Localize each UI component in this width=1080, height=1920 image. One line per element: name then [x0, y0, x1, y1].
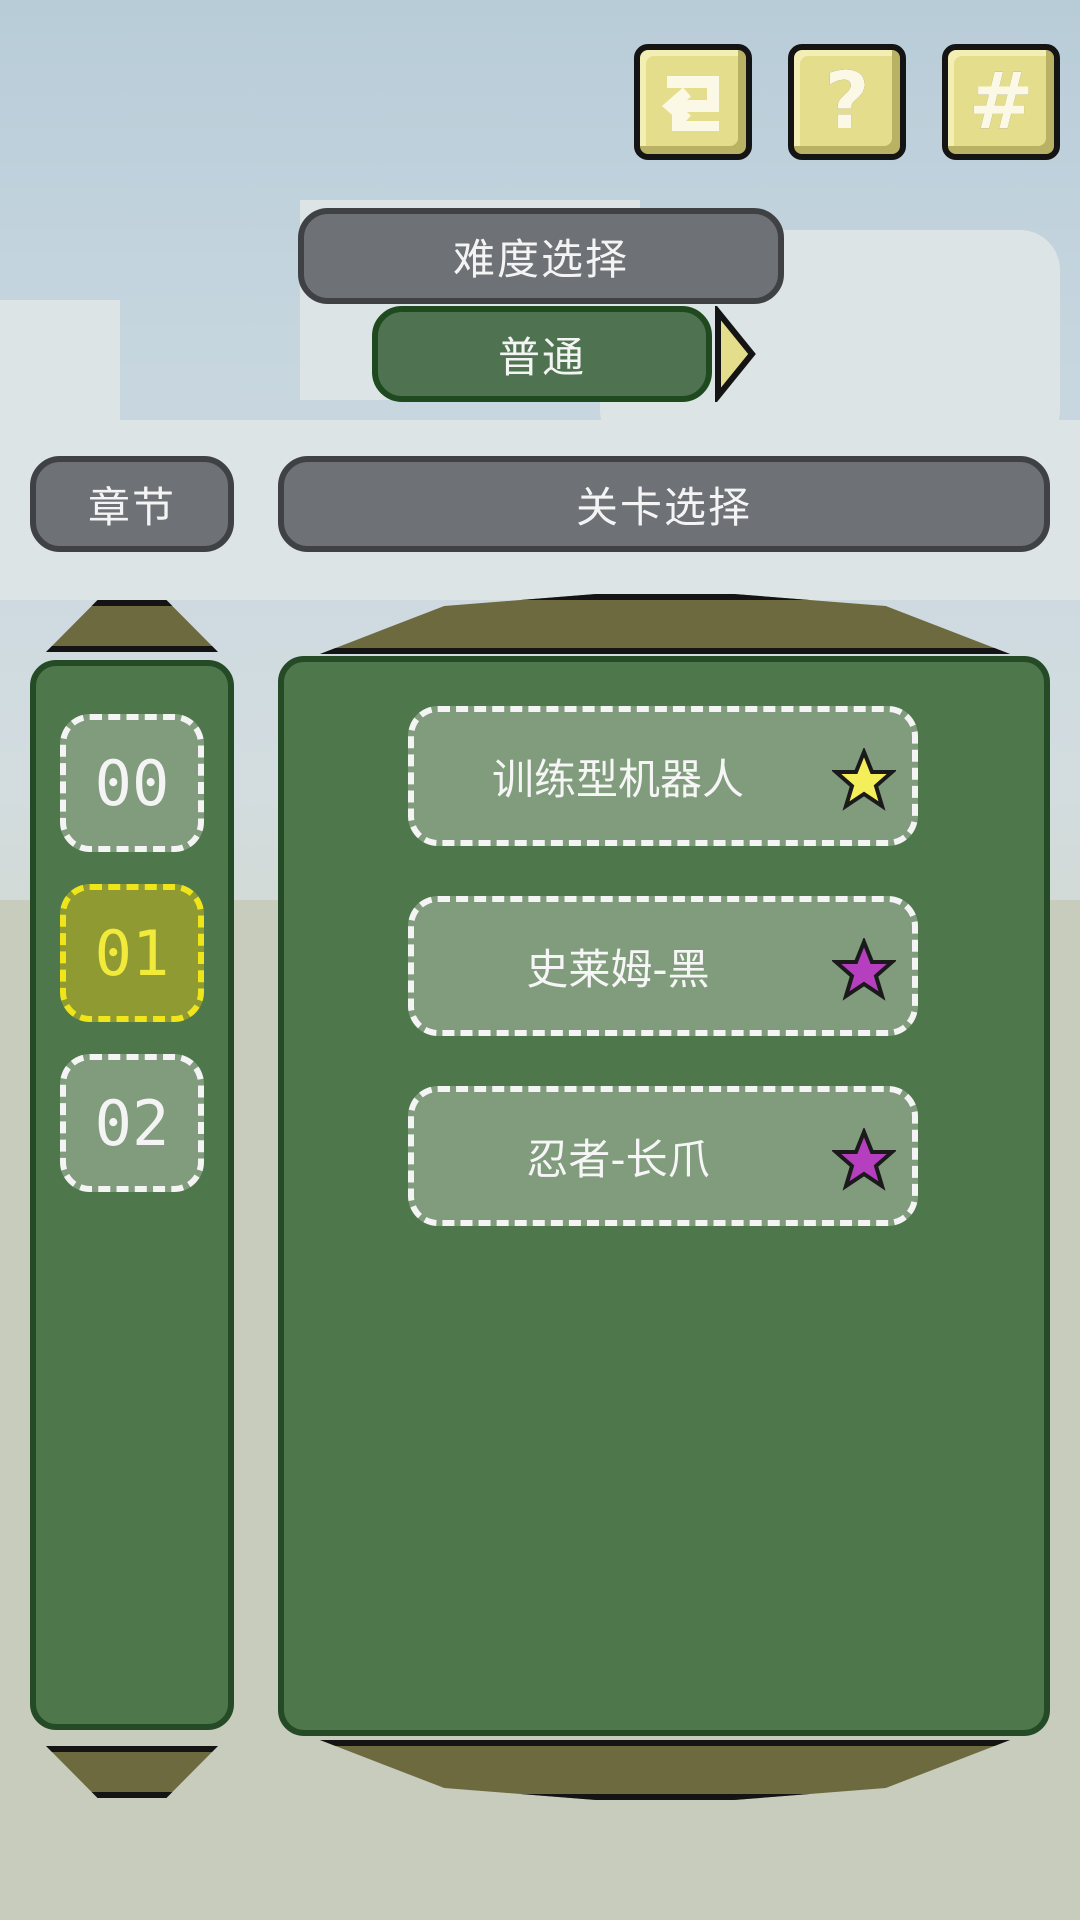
- settings-button[interactable]: #: [942, 44, 1060, 160]
- chapter-label: 00: [94, 746, 170, 820]
- chapter-header: 章节: [30, 456, 234, 552]
- undo-button[interactable]: [634, 44, 752, 160]
- chapter-button-00[interactable]: 00: [60, 714, 204, 852]
- level-card-1[interactable]: 训练型机器人: [408, 706, 918, 846]
- level-label: 史莱姆-黑: [526, 944, 710, 994]
- question-mark-icon: ?: [824, 57, 870, 147]
- difficulty-title-label: 难度选择: [452, 234, 629, 284]
- level-card-2[interactable]: 史莱姆-黑: [408, 896, 918, 1036]
- level-scroll-up[interactable]: [320, 594, 1010, 654]
- chapter-label: 01: [94, 916, 170, 990]
- chapter-button-02[interactable]: 02: [60, 1054, 204, 1192]
- difficulty-title: 难度选择: [298, 208, 784, 304]
- level-card-3[interactable]: 忍者-长爪: [408, 1086, 918, 1226]
- purple-star-icon: [832, 1128, 896, 1191]
- help-button[interactable]: ?: [788, 44, 906, 160]
- chapter-label: 02: [94, 1086, 170, 1160]
- chapter-button-01[interactable]: 01: [60, 884, 204, 1022]
- chapter-header-label: 章节: [87, 482, 176, 532]
- return-arrow-icon: [661, 76, 719, 131]
- yellow-star-icon: [832, 748, 896, 811]
- difficulty-selector[interactable]: 普通: [372, 306, 712, 402]
- level-header-label: 关卡选择: [575, 482, 752, 532]
- difficulty-next-arrow-icon[interactable]: [712, 306, 758, 402]
- difficulty-current-label: 普通: [497, 332, 586, 382]
- purple-star-icon: [832, 938, 896, 1001]
- level-header: 关卡选择: [278, 456, 1050, 552]
- chapter-scroll-up[interactable]: [46, 600, 218, 652]
- settings-hash-icon: #: [968, 57, 1034, 147]
- level-label: 忍者-长爪: [526, 1134, 710, 1184]
- level-label: 训练型机器人: [491, 754, 744, 804]
